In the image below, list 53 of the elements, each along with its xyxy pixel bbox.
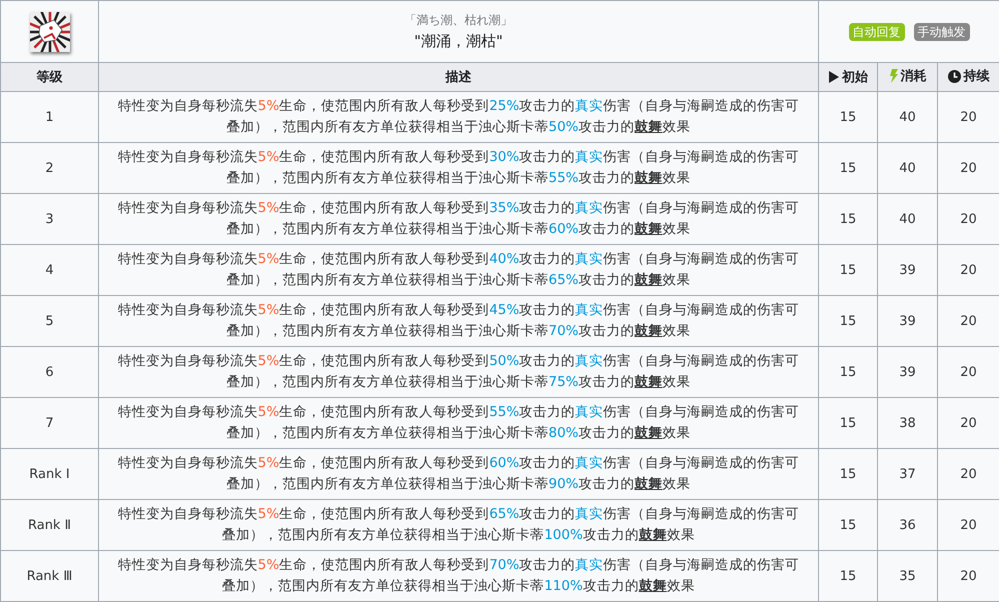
- clock-icon: [948, 70, 961, 83]
- sp-cost-cell: 40: [878, 194, 938, 244]
- sp-cost-cell: 39: [878, 346, 938, 398]
- description-cell: 特性变为自身每秒流失5%生命，使范围内所有敌人每秒受到70%攻击力的真实伤害（自身与海嗣造成的伤害可叠加），范围内所有友方单位获得相当于浊心斯卡蒂110%攻击力的鼓舞效果: [98, 550, 818, 602]
- level-cell: 6: [0, 346, 98, 398]
- initial-sp-cell: 15: [818, 296, 878, 346]
- initial-sp-cell: 15: [818, 92, 878, 142]
- initial-sp-cell: 15: [818, 398, 878, 448]
- initial-sp-cell: 15: [818, 346, 878, 398]
- skill-tag: 手动触发: [914, 22, 970, 40]
- description-cell: 特性变为自身每秒流失5%生命，使范围内所有敌人每秒受到45%攻击力的真实伤害（自身与海嗣造成的伤害可叠加），范围内所有友方单位获得相当于浊心斯卡蒂70%攻击力的鼓舞效果: [98, 296, 818, 346]
- initial-sp-cell: 15: [818, 194, 878, 244]
- skill-icon: [30, 12, 70, 52]
- initial-sp-cell: 15: [818, 448, 878, 500]
- column-label: 等级: [36, 69, 62, 86]
- sp-cost-cell: 39: [878, 244, 938, 296]
- description-cell: 特性变为自身每秒流失5%生命，使范围内所有敌人每秒受到40%攻击力的真实伤害（自身与海嗣造成的伤害可叠加），范围内所有友方单位获得相当于浊心斯卡蒂65%攻击力的鼓舞效果: [98, 244, 818, 296]
- description-cell: 特性变为自身每秒流失5%生命，使范围内所有敌人每秒受到25%攻击力的真实伤害（自身与海嗣造成的伤害可叠加），范围内所有友方单位获得相当于浊心斯卡蒂50%攻击力的鼓舞效果: [98, 92, 818, 142]
- sp-cost-cell: 35: [878, 550, 938, 602]
- level-cell: 1: [0, 92, 98, 142]
- skill-name: "潮涌，潮枯": [413, 32, 504, 51]
- sp-cost-cell: 37: [878, 448, 938, 500]
- level-cell: Rank Ⅲ: [0, 550, 98, 602]
- sp-cost-cell: 38: [878, 398, 938, 448]
- level-cell: 3: [0, 194, 98, 244]
- initial-sp-cell: 15: [818, 244, 878, 296]
- column-label: 消耗: [900, 68, 926, 85]
- column-label: 持续: [964, 68, 990, 86]
- sp-cost-cell: 40: [878, 92, 938, 142]
- level-cell: Rank Ⅱ: [0, 500, 98, 550]
- skill-tag: 自动回复: [848, 22, 905, 40]
- description-cell: 特性变为自身每秒流失5%生命，使范围内所有敌人每秒受到35%攻击力的真实伤害（自身与海嗣造成的伤害可叠加），范围内所有友方单位获得相当于浊心斯卡蒂60%攻击力的鼓舞效果: [98, 194, 818, 244]
- level-cell: 4: [0, 244, 98, 296]
- level-cell: 5: [0, 296, 98, 346]
- sp-cost-cell: 40: [878, 142, 938, 194]
- level-cell: Rank Ⅰ: [0, 448, 98, 500]
- initial-sp-cell: 15: [818, 500, 878, 550]
- play-icon: [828, 70, 839, 82]
- level-cell: 7: [0, 398, 98, 448]
- description-cell: 特性变为自身每秒流失5%生命，使范围内所有敌人每秒受到55%攻击力的真实伤害（自身与海嗣造成的伤害可叠加），范围内所有友方单位获得相当于浊心斯卡蒂80%攻击力的鼓舞效果: [98, 398, 818, 448]
- sp-cost-cell: 36: [878, 500, 938, 550]
- level-cell: 2: [0, 142, 98, 194]
- lightning-icon: [888, 69, 898, 83]
- column-label: 描述: [446, 69, 472, 86]
- initial-sp-cell: 15: [818, 142, 878, 194]
- initial-sp-cell: 15: [818, 550, 878, 602]
- column-label: 初始: [842, 68, 868, 86]
- description-cell: 特性变为自身每秒流失5%生命，使范围内所有敌人每秒受到65%攻击力的真实伤害（自身与海嗣造成的伤害可叠加），范围内所有友方单位获得相当于浊心斯卡蒂100%攻击力的鼓舞效果: [98, 500, 818, 550]
- description-cell: 特性变为自身每秒流失5%生命，使范围内所有敌人每秒受到50%攻击力的真实伤害（自身与海嗣造成的伤害可叠加），范围内所有友方单位获得相当于浊心斯卡蒂75%攻击力的鼓舞效果: [98, 346, 818, 398]
- sp-cost-cell: 39: [878, 296, 938, 346]
- description-cell: 特性变为自身每秒流失5%生命，使范围内所有敌人每秒受到30%攻击力的真实伤害（自身与海嗣造成的伤害可叠加），范围内所有友方单位获得相当于浊心斯卡蒂55%攻击力的鼓舞效果: [98, 142, 818, 194]
- description-cell: 特性变为自身每秒流失5%生命，使范围内所有敌人每秒受到60%攻击力的真实伤害（自身与海嗣造成的伤害可叠加），范围内所有友方单位获得相当于浊心斯卡蒂90%攻击力的鼓舞效果: [98, 448, 818, 500]
- original-skill-name: 「満ち潮、枯れ潮」: [404, 12, 514, 29]
